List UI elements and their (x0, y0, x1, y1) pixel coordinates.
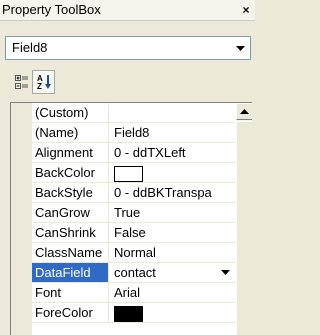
property-name: CanShrink (32, 223, 109, 242)
vertical-scrollbar[interactable] (236, 103, 252, 335)
property-row-name[interactable]: (Name) Field8 (32, 123, 235, 143)
property-name: Alignment (32, 143, 109, 162)
property-row-cangrow[interactable]: CanGrow True (32, 203, 235, 223)
property-value[interactable]: Arial (110, 283, 235, 302)
forecolor-swatch (114, 306, 143, 322)
property-value[interactable]: False (110, 223, 235, 242)
property-value[interactable] (110, 103, 235, 122)
property-name: BackStyle (32, 183, 109, 202)
property-grid: (Custom) (Name) Field8 Alignment 0 - ddT… (10, 102, 252, 335)
title-bar: Property ToolBox × (0, 0, 255, 21)
backcolor-swatch (114, 166, 143, 182)
scroll-thumb[interactable] (236, 121, 252, 335)
property-value[interactable] (110, 163, 235, 182)
window-title: Property ToolBox (2, 2, 101, 17)
alphabetical-sort-icon: A Z (37, 74, 51, 91)
grid-gutter (11, 103, 32, 335)
svg-text:Z: Z (37, 82, 42, 91)
property-name: Font (32, 283, 109, 302)
property-name: (Name) (32, 123, 109, 142)
property-row-custom[interactable]: (Custom) (32, 103, 235, 123)
categorized-button[interactable] (10, 70, 33, 94)
property-row-canshrink[interactable]: CanShrink False (32, 223, 235, 243)
object-selector-value: Field8 (12, 40, 48, 55)
object-selector[interactable]: Field8 (5, 36, 251, 60)
property-name: BackColor (32, 163, 109, 182)
property-name: ClassName (32, 243, 109, 262)
property-row-forecolor[interactable]: ForeColor (32, 303, 235, 323)
property-value[interactable]: True (110, 203, 235, 222)
dropdown-arrow-icon[interactable] (217, 264, 234, 281)
property-value[interactable]: 0 - ddTXLeft (110, 143, 235, 162)
alphabetical-button[interactable]: A Z (32, 70, 55, 94)
property-value[interactable]: Field8 (110, 123, 235, 142)
scroll-up-icon[interactable] (236, 103, 252, 120)
property-value[interactable]: 0 - ddBKTranspa (110, 183, 235, 202)
property-row-classname[interactable]: ClassName Normal (32, 243, 235, 263)
property-row-alignment[interactable]: Alignment 0 - ddTXLeft (32, 143, 235, 163)
property-name: (Custom) (32, 103, 109, 122)
property-row-backcolor[interactable]: BackColor (32, 163, 235, 183)
property-name: CanGrow (32, 203, 109, 222)
categorized-icon (14, 75, 28, 89)
property-row-font[interactable]: Font Arial (32, 283, 235, 303)
dropdown-arrow-icon[interactable] (232, 38, 249, 58)
property-name: DataField (32, 263, 109, 282)
close-icon[interactable]: × (240, 4, 252, 16)
property-row-backstyle[interactable]: BackStyle 0 - ddBKTranspa (32, 183, 235, 203)
property-value[interactable]: Normal (110, 243, 235, 262)
property-name: ForeColor (32, 303, 109, 322)
property-value[interactable] (110, 303, 235, 322)
property-row-datafield[interactable]: DataField contact (32, 263, 235, 283)
